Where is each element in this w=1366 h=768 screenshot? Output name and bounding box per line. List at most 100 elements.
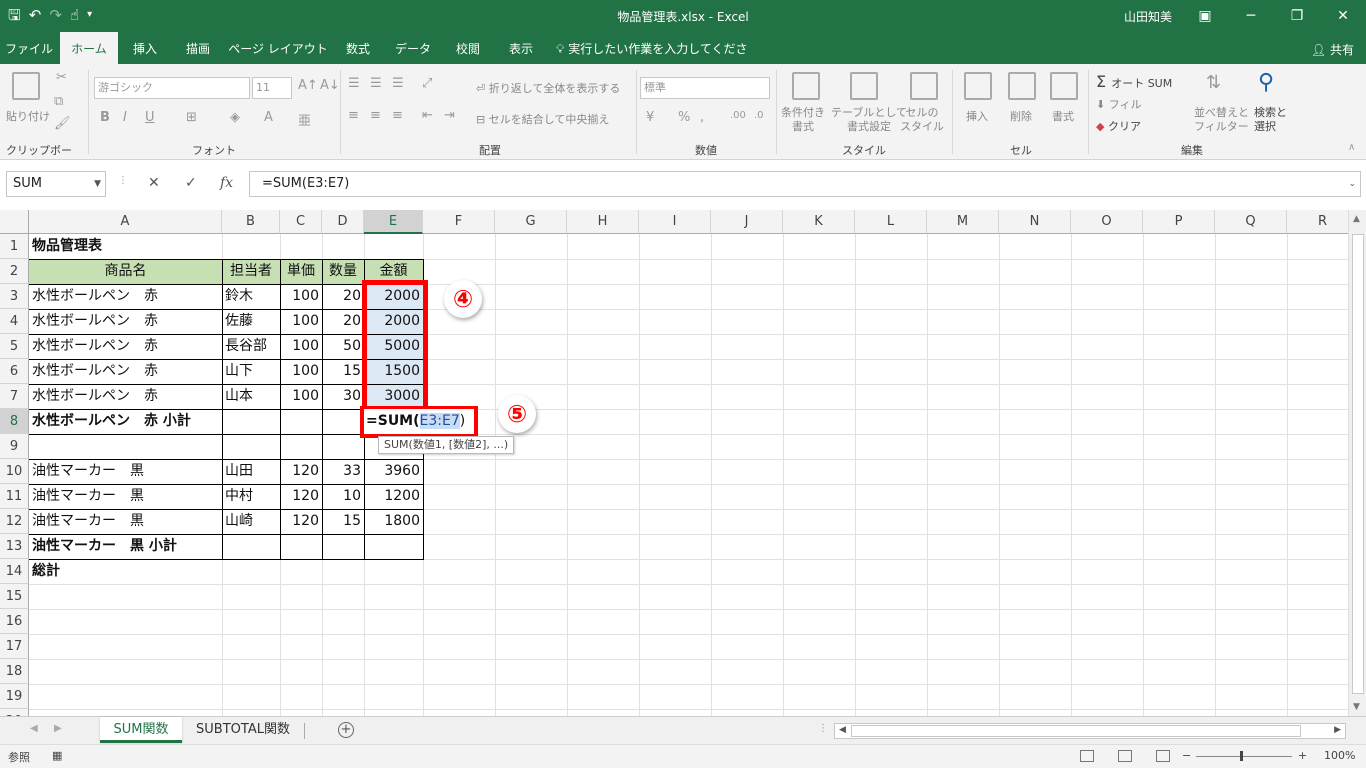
cut-icon[interactable]: ✂ [56,70,67,85]
table-cell[interactable]: 1800 [364,509,423,534]
function-tooltip[interactable]: SUM(数値1, [数値2], ...) [378,436,515,454]
row-header[interactable]: 16 [0,609,29,634]
table-cell[interactable]: 1200 [364,484,423,509]
column-header-h[interactable]: H [567,210,639,234]
table-cell[interactable]: 鈴木 [222,284,280,309]
table-cell[interactable]: 山本 [222,384,280,409]
sort-filter-icon[interactable]: ⇅ [1206,72,1221,93]
copy-icon[interactable]: ⧉ [54,94,63,109]
column-header-b[interactable]: B [222,210,280,234]
find-select-label[interactable]: 検索と 選択 [1254,106,1287,134]
increase-decimal-icon[interactable]: .00 [730,110,746,121]
align-right-icon[interactable]: ≡ [392,108,403,123]
header-cell-person[interactable]: 担当者 [222,259,280,284]
tab-view[interactable]: 表示 [496,32,546,64]
table-cell[interactable]: 120 [280,509,322,534]
table-cell[interactable]: 30 [322,384,364,409]
row-header[interactable]: 13 [0,534,29,559]
row-header[interactable]: 1 [0,234,29,259]
fill-color-icon[interactable]: ◈ [230,110,240,125]
phonetic-icon[interactable]: 亜 [298,110,311,129]
restore-icon[interactable]: ❐ [1274,0,1320,32]
table-cell[interactable]: 油性マーカー 黒 [29,509,222,534]
column-header-m[interactable]: M [927,210,999,234]
table-cell[interactable]: 20 [322,284,364,309]
column-header-p[interactable]: P [1143,210,1215,234]
table-cell[interactable]: 油性マーカー 黒 [29,459,222,484]
underline-icon[interactable]: U [145,110,155,125]
header-cell-quantity[interactable]: 数量 [322,259,364,284]
table-cell[interactable]: 120 [280,484,322,509]
worksheet-grid[interactable]: A B C D E F G H I J K L M N O P Q R 1 2 … [0,210,1348,716]
grand-total-label-cell[interactable]: 総計 [29,559,222,584]
font-size-box[interactable]: 11 [252,77,292,99]
column-header-e[interactable]: E [364,210,423,234]
conditional-format-label[interactable]: 条件付き 書式 [781,106,825,134]
orientation-icon[interactable]: ⤢ [422,76,432,91]
table-cell[interactable]: 佐藤 [222,309,280,334]
row-header[interactable]: 2 [0,259,29,284]
tab-draw[interactable]: 描画 [172,32,224,64]
subtotal-label-cell[interactable]: 油性マーカー 黒 小計 [29,534,222,559]
table-cell[interactable]: 100 [280,334,322,359]
paste-icon[interactable] [12,72,40,100]
row-header[interactable]: 10 [0,459,29,484]
table-cell[interactable]: 水性ボールペン 赤 [29,309,222,334]
font-name-box[interactable]: 游ゴシック [94,77,250,99]
increase-indent-icon[interactable]: ⇥ [444,108,455,123]
wrap-text-button[interactable]: ⏎ 折り返して全体を表示する [476,80,620,96]
column-header-k[interactable]: K [783,210,855,234]
column-header-f[interactable]: F [423,210,495,234]
row-header[interactable]: 15 [0,584,29,609]
table-cell[interactable]: 水性ボールペン 赤 [29,359,222,384]
ribbon-display-icon[interactable]: ▣ [1182,0,1228,32]
row-header[interactable]: 12 [0,509,29,534]
table-cell[interactable]: 水性ボールペン 赤 [29,284,222,309]
table-cell[interactable]: 100 [280,309,322,334]
insert-function-icon[interactable]: fx [220,175,233,191]
split-handle-icon[interactable]: ⋮ [818,723,828,734]
row-header[interactable]: 8 [0,409,29,434]
format-cells-icon[interactable] [1050,72,1078,100]
tab-home[interactable]: ホーム [60,32,118,64]
table-cell[interactable]: 15 [322,509,364,534]
row-header[interactable]: 17 [0,634,29,659]
sheet-tab-sum[interactable]: SUM関数 [100,717,182,743]
vertical-scrollbar[interactable]: ▲ ▼ [1348,210,1366,716]
format-painter-icon[interactable]: 🖌︎ [54,116,71,131]
column-header-n[interactable]: N [999,210,1071,234]
table-cell[interactable]: 長谷部 [222,334,280,359]
row-header[interactable]: 3 [0,284,29,309]
subtotal-label-cell[interactable]: 水性ボールペン 赤 小計 [29,409,222,434]
accounting-format-icon[interactable]: ¥ [646,110,654,125]
bold-icon[interactable]: B [100,110,110,125]
minimize-icon[interactable]: ─ [1228,0,1274,32]
cell-styles-label[interactable]: セルの スタイル [900,106,944,134]
insert-cells-icon[interactable] [964,72,992,100]
table-cell[interactable]: 100 [280,384,322,409]
zoom-level[interactable]: 100% [1324,749,1355,762]
font-color-icon[interactable]: A [264,110,273,125]
column-header-q[interactable]: Q [1215,210,1287,234]
format-as-table-label[interactable]: テーブルとして 書式設定 [831,106,907,134]
close-icon[interactable]: ✕ [1320,0,1366,32]
scroll-left-icon[interactable]: ◀ [839,725,846,735]
sheet-title-cell[interactable]: 物品管理表 [29,234,222,259]
column-header-i[interactable]: I [639,210,711,234]
drag-handle-icon[interactable]: ⋮ [118,175,128,186]
comma-style-icon[interactable]: , [700,110,704,125]
paste-label[interactable]: 貼り付け [6,108,50,124]
enter-icon[interactable]: ✓ [185,175,197,191]
grow-font-icon[interactable]: A↑ [298,78,318,93]
table-cell[interactable]: 山田 [222,459,280,484]
table-cell[interactable]: 油性マーカー 黒 [29,484,222,509]
table-cell[interactable]: 15 [322,359,364,384]
table-cell[interactable]: 20 [322,309,364,334]
column-header-o[interactable]: O [1071,210,1143,234]
page-layout-view-icon[interactable] [1118,750,1132,762]
expand-formula-icon[interactable]: ⌄ [1348,172,1356,196]
scroll-thumb[interactable] [851,725,1301,737]
delete-cells-label[interactable]: 削除 [1010,108,1032,124]
header-cell-product[interactable]: 商品名 [29,259,222,284]
horizontal-scrollbar[interactable]: ◀ ▶ [834,723,1346,739]
